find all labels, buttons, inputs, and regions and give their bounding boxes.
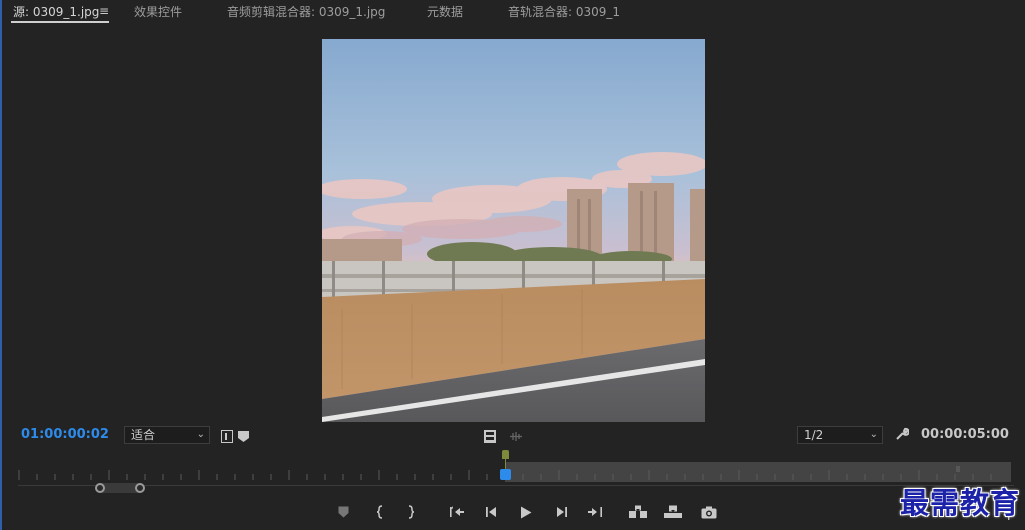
zoom-level-select[interactable]: 适合 ⌄ — [124, 426, 210, 444]
current-timecode[interactable]: 01:00:00:02 — [21, 427, 109, 442]
duration-timecode: 00:00:05:00 — [921, 427, 1009, 442]
play-icon — [521, 506, 532, 518]
insert-button[interactable] — [628, 503, 648, 521]
step-back-button[interactable] — [481, 503, 501, 521]
go-to-out-button[interactable] — [585, 503, 605, 521]
panel-focus-border — [0, 0, 2, 530]
zoom-scroll-right-handle[interactable] — [135, 483, 145, 493]
go-to-out-icon — [588, 507, 602, 517]
tab-audio-clip-mixer[interactable]: 音频剪辑混合器: 0309_1.jpg — [227, 4, 385, 22]
panel-tab-bar: 源: 0309_1.jpg ≡ 效果控件 音频剪辑混合器: 0309_1.jpg… — [0, 0, 1025, 26]
mark-out-icon — [408, 505, 415, 519]
chevron-down-icon: ⌄ — [196, 429, 205, 440]
chevron-down-icon: ⌄ — [869, 429, 878, 440]
tab-effect-controls[interactable]: 效果控件 — [134, 4, 182, 22]
playhead-marker[interactable] — [500, 469, 511, 480]
mark-out-button[interactable] — [401, 503, 421, 521]
tab-metadata[interactable]: 元数据 — [427, 4, 463, 22]
zoom-scroll-left-handle[interactable] — [95, 483, 105, 493]
tab-audio-track-mixer[interactable]: 音轨混合器: 0309_1 — [508, 4, 620, 22]
go-to-in-icon — [450, 506, 464, 517]
insert-icon — [629, 505, 647, 518]
add-marker-button[interactable] — [333, 503, 353, 521]
playback-resolution-value: 1/2 — [804, 428, 824, 442]
export-frame-button[interactable] — [699, 503, 719, 521]
export-frame-icon — [701, 506, 717, 518]
mark-in-icon — [376, 505, 383, 519]
play-button[interactable] — [516, 503, 536, 521]
playback-resolution-select[interactable]: 1/2 ⌄ — [797, 426, 883, 444]
tab-source[interactable]: 源: 0309_1.jpg — [13, 4, 99, 22]
overwrite-button[interactable] — [663, 503, 683, 521]
zoom-level-value: 适合 — [131, 428, 156, 442]
panel-menu-icon[interactable]: ≡ — [99, 4, 109, 18]
overwrite-icon — [664, 505, 682, 518]
drag-video-only-icon[interactable] — [484, 428, 496, 443]
drag-audio-only-icon[interactable] — [509, 428, 523, 441]
source-preview-image — [322, 39, 705, 422]
insert-clip-settings-icon[interactable] — [221, 428, 233, 443]
time-ruler[interactable] — [15, 460, 1011, 484]
active-tab-indicator — [11, 21, 109, 23]
go-to-in-button[interactable] — [447, 503, 467, 521]
step-forward-icon — [557, 507, 567, 517]
marker-icon[interactable] — [237, 428, 249, 442]
add-marker-icon — [338, 506, 348, 518]
wrench-icon[interactable] — [895, 427, 910, 445]
step-back-icon — [486, 507, 496, 517]
zoom-scroll-track[interactable] — [18, 485, 1014, 491]
watermark-logo: 最需教育 — [900, 486, 1021, 520]
step-forward-button[interactable] — [552, 503, 572, 521]
mark-in-button[interactable] — [370, 503, 390, 521]
